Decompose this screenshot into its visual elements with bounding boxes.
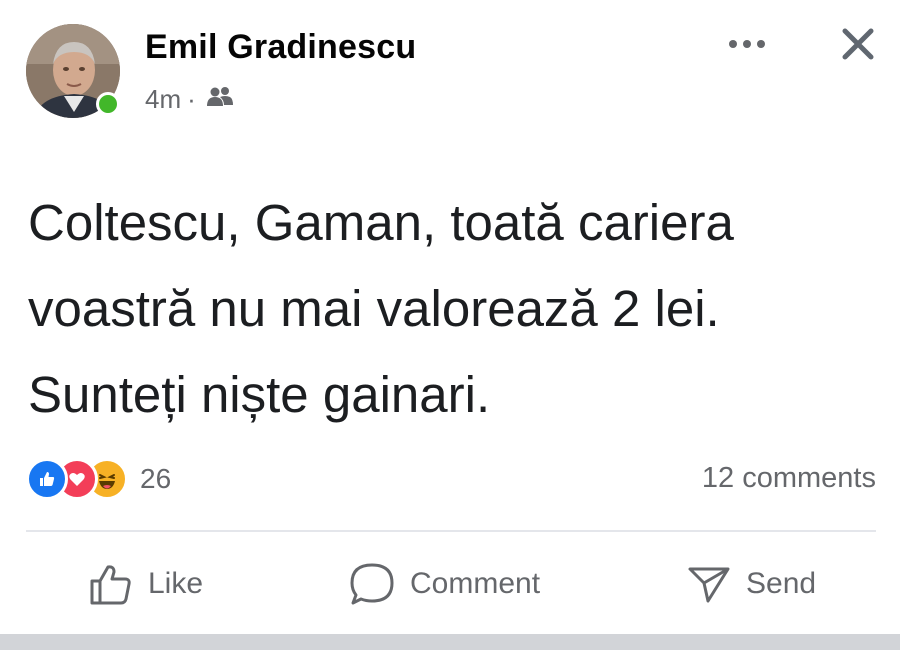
like-button[interactable]: Like: [88, 548, 203, 620]
reaction-count: 26: [140, 463, 172, 494]
online-status-indicator: [96, 92, 120, 116]
post-actions-bar: Like Comment Send: [0, 548, 900, 620]
post-text-line: Coltescu, Gaman, toată cariera: [28, 194, 734, 251]
author-name[interactable]: Emil Gradinescu: [145, 28, 416, 67]
post-text-line: voastră nu mai valorează 2 lei.: [28, 280, 720, 337]
meta-separator: ·: [187, 84, 196, 114]
post-text-line: Sunteți niște gainari.: [28, 366, 491, 423]
close-button[interactable]: [830, 18, 886, 70]
close-icon: [842, 28, 874, 60]
comment-label: Comment: [410, 567, 541, 600]
divider: [26, 530, 876, 532]
comments-count[interactable]: 12 comments: [702, 462, 876, 495]
more-options-icon: [729, 40, 765, 48]
send-icon: [688, 567, 730, 603]
send-button[interactable]: Send: [686, 548, 816, 620]
friends-icon[interactable]: [206, 84, 234, 115]
like-reaction-icon: [26, 458, 68, 500]
like-label: Like: [148, 567, 204, 600]
thumbs-up-icon: [90, 565, 131, 605]
post-card: Emil Gradinescu 4m · Coltescu, Gaman, to…: [0, 0, 900, 634]
post-text: Coltescu, Gaman, toată cariera voastră n…: [28, 180, 878, 438]
send-label: Send: [746, 567, 817, 600]
comment-button[interactable]: Comment: [348, 548, 540, 620]
post-meta: 4m ·: [145, 84, 234, 115]
more-options-button[interactable]: [720, 22, 774, 66]
reactions-summary[interactable]: 26: [26, 458, 171, 500]
feed-separator: [0, 634, 900, 650]
comment-bubble-icon: [350, 563, 394, 605]
post-time[interactable]: 4m: [145, 84, 181, 115]
